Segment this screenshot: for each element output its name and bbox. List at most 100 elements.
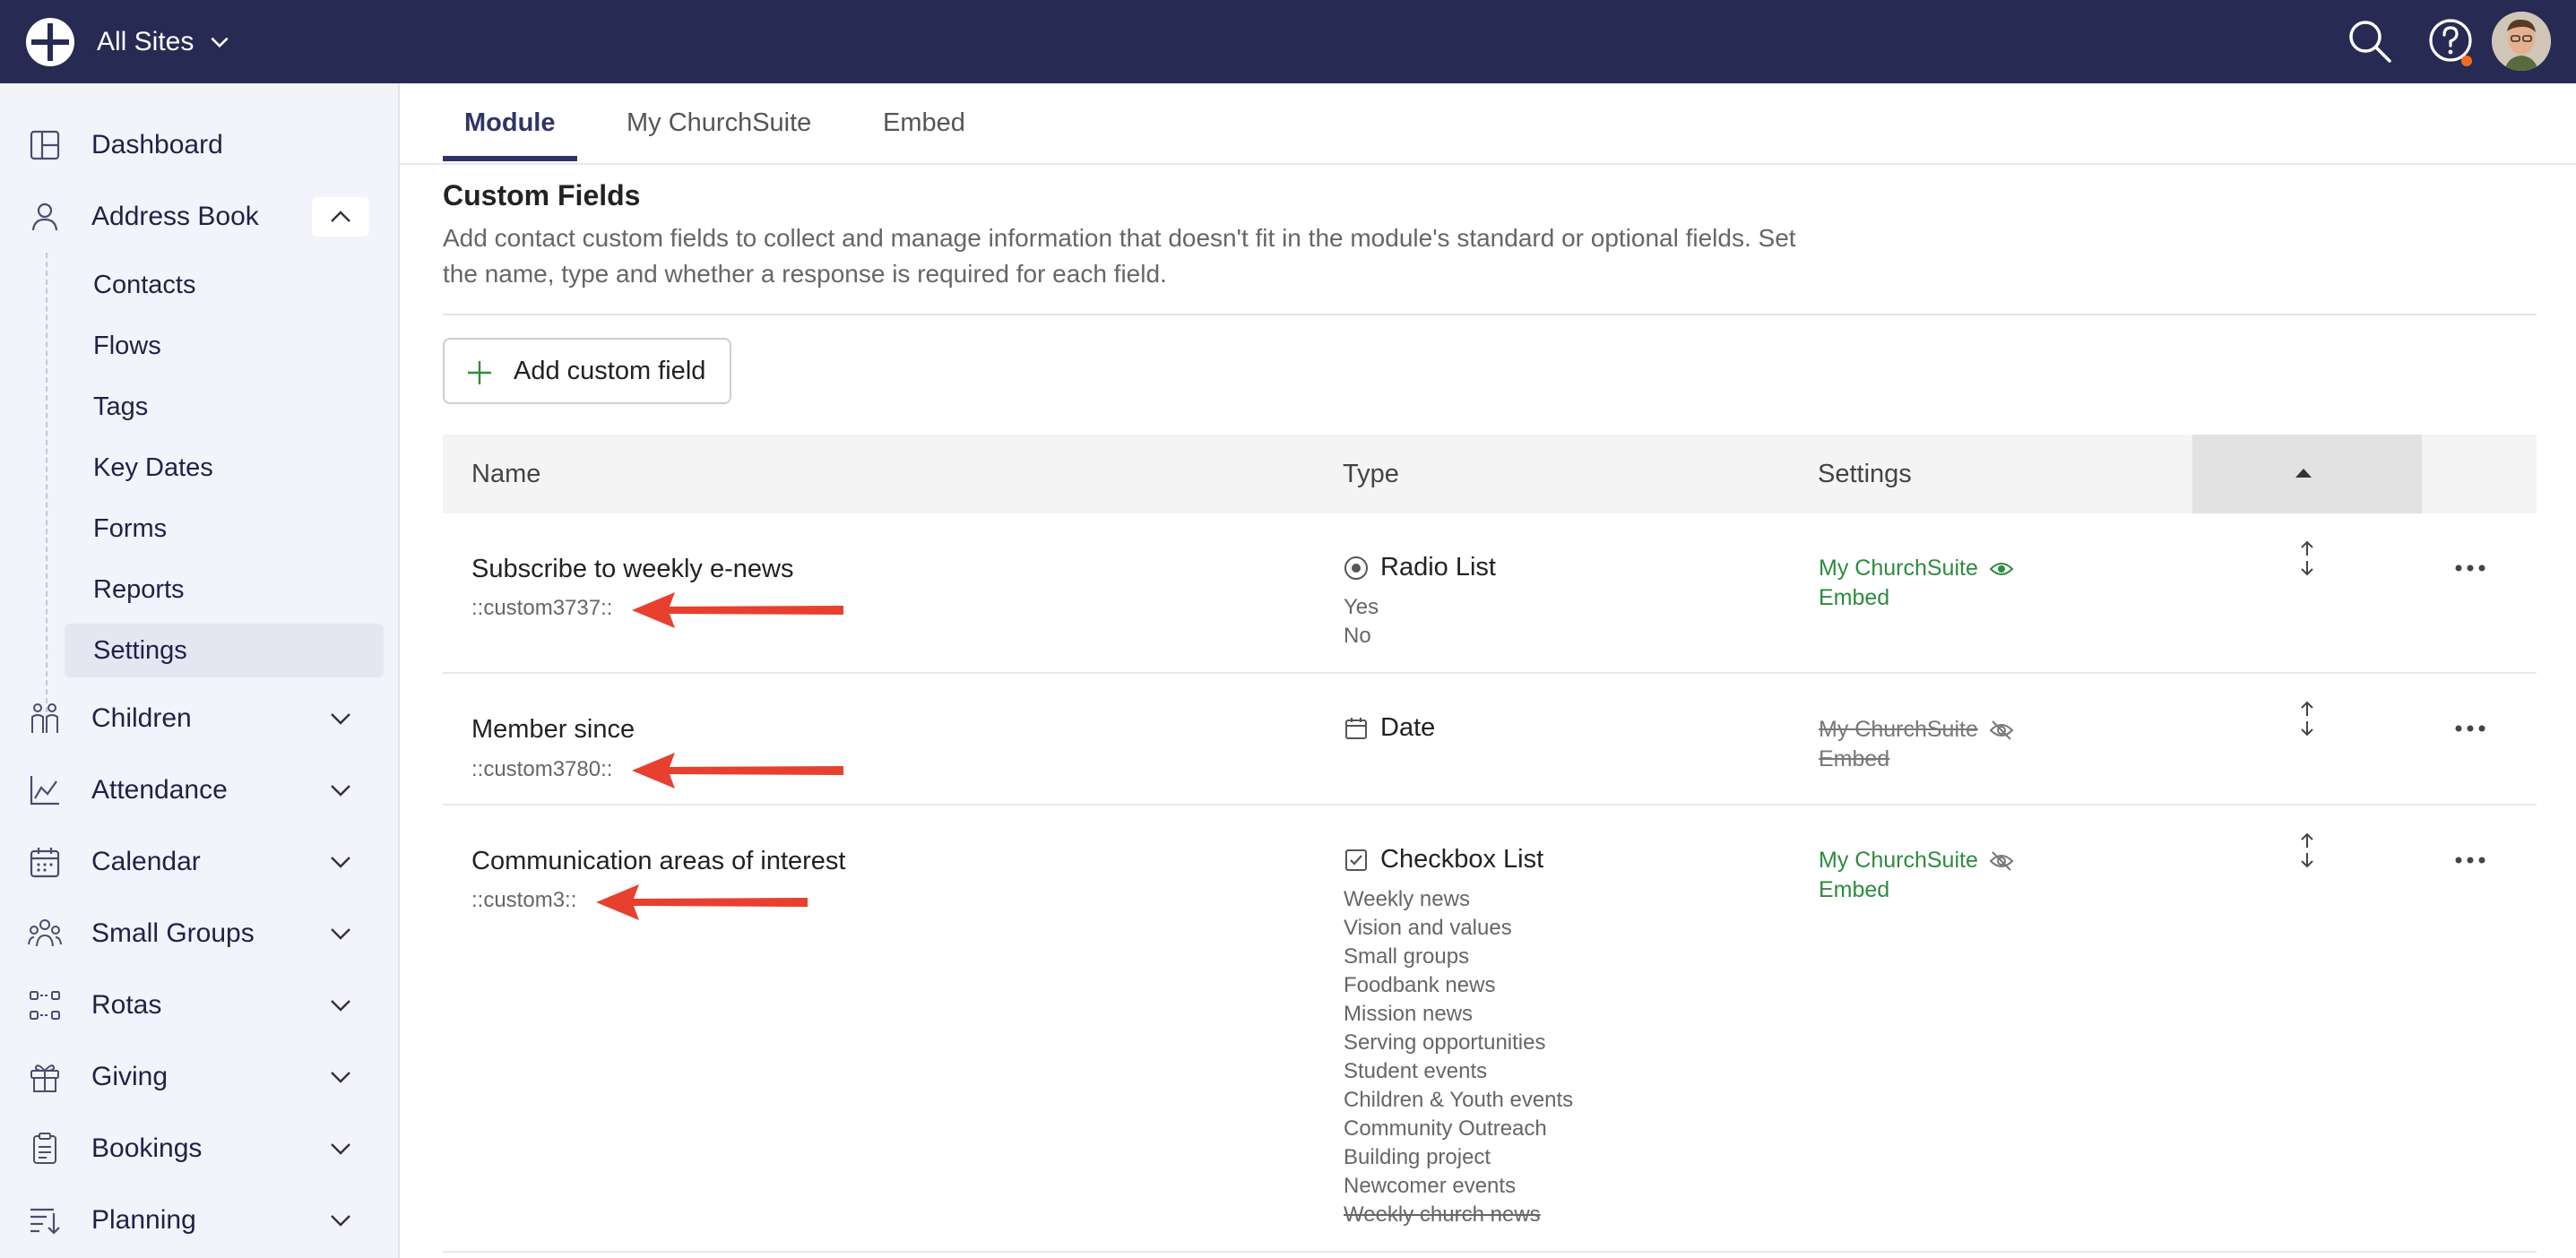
divider — [443, 314, 2537, 315]
section-title: Custom Fields — [443, 179, 641, 211]
add-custom-field-button[interactable]: Add custom field — [443, 338, 731, 404]
sidebar: Dashboard Address Book Contacts Flows Ta… — [0, 83, 400, 1258]
reorder-handle-icon[interactable] — [2295, 540, 2320, 576]
eye-icon — [1989, 562, 2014, 575]
column-header-settings[interactable]: Settings — [1818, 460, 1912, 489]
user-avatar[interactable] — [2492, 12, 2551, 71]
field-option: Foodbank news — [1344, 973, 1496, 997]
sort-column-header[interactable] — [2192, 435, 2422, 513]
setting-my-churchsuite: My ChurchSuite — [1819, 717, 2014, 743]
group-icon — [28, 919, 62, 947]
sidebar-subitem-key-dates[interactable]: Key Dates — [65, 441, 384, 495]
reorder-handle-icon[interactable] — [2295, 832, 2320, 868]
sidebar-item-small-groups[interactable]: Small Groups — [0, 902, 398, 965]
chevron-down-icon — [331, 1072, 350, 1083]
field-type-label: Radio List — [1380, 553, 1496, 582]
tab-embed[interactable]: Embed — [883, 108, 965, 138]
calendar-icon — [1345, 717, 1367, 739]
sidebar-item-label: Giving — [91, 1062, 169, 1091]
sidebar-item-label: Small Groups — [91, 918, 255, 948]
more-options-icon[interactable] — [2454, 855, 2486, 866]
sidebar-item-bookings[interactable]: Bookings — [0, 1117, 398, 1180]
column-header-name[interactable]: Name — [471, 460, 540, 489]
sidebar-item-label: Children — [91, 703, 192, 733]
field-code: ::custom3:: — [471, 888, 577, 912]
sidebar-item-planning[interactable]: Planning — [0, 1189, 398, 1252]
sidebar-subitem-label: Reports — [93, 574, 185, 604]
sidebar-subitem-forms[interactable]: Forms — [65, 502, 384, 556]
tab-module[interactable]: Module — [464, 108, 556, 138]
dashboard-icon — [30, 130, 60, 160]
sidebar-item-children[interactable]: Children — [0, 687, 398, 750]
field-option: Small groups — [1344, 944, 1470, 969]
field-option: Community Outreach — [1344, 1116, 1547, 1141]
field-option: Newcomer events — [1344, 1174, 1517, 1198]
field-option: Building project — [1344, 1145, 1491, 1169]
more-options-icon[interactable] — [2454, 563, 2486, 573]
active-tab-indicator — [443, 156, 577, 161]
reorder-handle-icon[interactable] — [2295, 701, 2320, 737]
gift-icon — [30, 1064, 59, 1092]
field-code: ::custom3737:: — [471, 596, 613, 620]
churchsuite-logo-icon[interactable] — [24, 16, 76, 68]
annotation-arrow — [632, 592, 843, 628]
field-option: Student events — [1344, 1059, 1488, 1083]
setting-label: Embed — [1819, 746, 1890, 771]
site-switcher[interactable]: All Sites — [97, 20, 231, 65]
field-option: Serving opportunities — [1344, 1030, 1546, 1055]
chevron-down-icon — [211, 37, 229, 48]
annotation-arrow — [632, 753, 843, 788]
field-option: No — [1344, 624, 1371, 648]
eye-slash-icon — [1989, 719, 2014, 740]
more-options-icon[interactable] — [2454, 723, 2486, 734]
chevron-down-icon — [331, 1000, 350, 1012]
row-divider — [443, 804, 2537, 806]
tab-my-churchsuite[interactable]: My ChurchSuite — [627, 108, 811, 138]
sidebar-item-label: Dashboard — [91, 130, 223, 159]
sidebar-item-attendance[interactable]: Attendance — [0, 759, 398, 822]
field-type: Date — [1343, 713, 1435, 743]
field-option: Vision and values — [1344, 916, 1512, 940]
sidebar-item-label: Address Book — [91, 202, 259, 231]
annotation-arrow — [596, 884, 808, 920]
sidebar-item-dashboard[interactable]: Dashboard — [0, 114, 398, 177]
sidebar-subitem-flows[interactable]: Flows — [65, 319, 384, 373]
setting-label: My ChurchSuite — [1819, 848, 1978, 873]
sidebar-subitem-label: Contacts — [93, 270, 196, 299]
help-icon[interactable] — [2425, 14, 2479, 68]
clipboard-icon — [33, 1133, 56, 1164]
sidebar-item-label: Rotas — [91, 990, 162, 1020]
sidebar-item-address-book[interactable]: Address Book — [0, 185, 398, 248]
setting-label: Embed — [1819, 877, 1890, 902]
sidebar-item-rotas[interactable]: Rotas — [0, 974, 398, 1037]
search-icon[interactable] — [2343, 14, 2397, 68]
sidebar-subitem-label: Flows — [93, 331, 161, 360]
sidebar-subitem-contacts[interactable]: Contacts — [65, 258, 384, 312]
sidebar-subitem-label: Settings — [93, 635, 187, 665]
setting-embed: Embed — [1819, 877, 1889, 903]
notification-dot — [2461, 56, 2472, 66]
sidebar-subitem-settings[interactable]: Settings — [65, 624, 384, 677]
plus-icon — [468, 361, 491, 384]
setting-label: Embed — [1819, 585, 1890, 610]
sidebar-item-calendar[interactable]: Calendar — [0, 831, 398, 893]
sidebar-subitem-reports[interactable]: Reports — [65, 563, 384, 616]
field-option-disabled: Weekly church news — [1344, 1202, 1541, 1227]
field-type: Radio List — [1343, 553, 1496, 582]
planning-icon — [30, 1208, 60, 1235]
rotas-icon — [30, 991, 60, 1020]
person-icon — [31, 202, 58, 231]
field-name: Member since — [471, 715, 635, 744]
setting-embed: Embed — [1819, 746, 1889, 772]
sidebar-item-giving[interactable]: Giving — [0, 1046, 398, 1108]
column-header-type[interactable]: Type — [1343, 460, 1399, 489]
chevron-down-icon — [331, 1143, 350, 1155]
submenu-guide-line — [46, 253, 48, 712]
calendar-icon — [30, 848, 60, 878]
sidebar-subitem-tags[interactable]: Tags — [65, 380, 384, 434]
eye-slash-icon — [1989, 850, 2014, 871]
checkbox-icon — [1345, 849, 1367, 871]
field-type: Checkbox List — [1343, 845, 1543, 875]
setting-my-churchsuite: My ChurchSuite — [1819, 848, 2014, 874]
sort-up-icon — [2295, 469, 2312, 478]
